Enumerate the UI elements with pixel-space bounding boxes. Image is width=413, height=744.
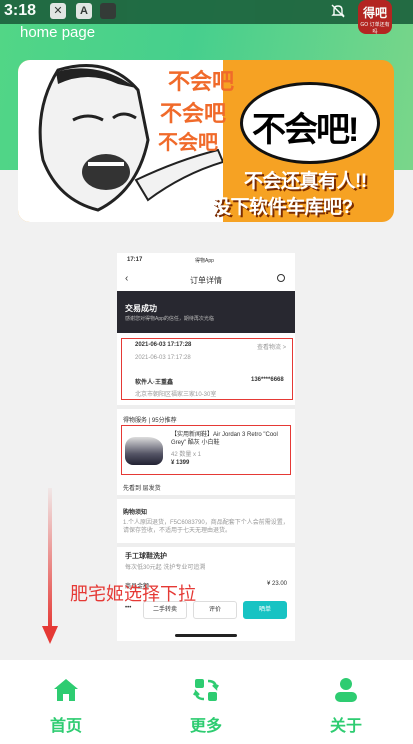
shop-row: 先看到 层发货 <box>123 486 161 492</box>
divider <box>117 405 295 409</box>
tab-about[interactable]: 关于 <box>296 660 396 744</box>
order-status-title: 交易成功 <box>125 304 157 313</box>
divider <box>117 495 295 499</box>
mute-icon <box>331 4 345 18</box>
logistics-link: 查看物流 > <box>257 345 287 351</box>
info-title: 购物须知 <box>123 510 148 516</box>
game-icon: ✕ <box>50 3 66 19</box>
speech-bubble-text: 不会吧! <box>252 111 359 149</box>
review-button: 评价 <box>193 601 237 619</box>
product-price: ¥ 1399 <box>171 460 190 466</box>
service-title: 手工球鞋洗护 <box>125 553 167 560</box>
receiver-phone: 136****6668 <box>251 377 284 383</box>
order-status-panel: 交易成功 感谢您对得物App的信任，期待再次光临 <box>117 291 295 333</box>
seller-label: 得物服务 | 95分推荐 <box>123 418 177 424</box>
app-badge-sub: GO 订单还有吗 <box>360 22 390 35</box>
tab-about-label: 关于 <box>329 718 362 735</box>
info-text: 1.个人原因退货，F5C6083790，商品配套下个人会前需设置，请保存签收，不… <box>123 520 289 534</box>
product-size: 42 数量 x 1 <box>171 452 202 458</box>
arrow-down-icon <box>42 626 58 644</box>
product-name: 【实用新闻鞋】Air Jordan 3 Retro "Cool Grey" 酷灰… <box>171 432 278 446</box>
tab-home-label: 首页 <box>49 718 82 735</box>
price-value: ¥ 23.00 <box>267 581 288 587</box>
pull-down-hint: 肥宅姬选择下拉 <box>70 584 196 604</box>
home-indicator <box>175 634 237 637</box>
app-badge-icon: 得吧 GO 订单还有吗 <box>358 0 392 35</box>
screenshot-app-name: 得物App <box>195 258 214 264</box>
tab-more[interactable]: 更多 <box>156 660 256 744</box>
a-icon: A <box>76 3 92 19</box>
receiver-name: 软件人·王重鑫 <box>135 380 173 386</box>
banner-caption-2: 没下软件车库吧? <box>212 197 353 218</box>
banner-caption-1: 不会还真有人!! <box>244 171 367 192</box>
status-bar: 3:18 ✕ A 得吧 GO 订单还有吗 <box>0 0 413 35</box>
shoe-image <box>125 437 163 465</box>
page-title: home page <box>20 24 96 41</box>
banner-image[interactable]: 不会吧 不会吧 不会吧 不会吧! 不会还真有人!! 没下软件车库吧? <box>18 60 394 222</box>
receiver-address: 北京市朝阳区福家三家10-30室 <box>135 392 217 398</box>
divider <box>117 543 295 547</box>
home-icon <box>54 679 78 701</box>
time-row-1: 2021-06-03 17:17:28 <box>135 342 192 348</box>
banner-text-2: 不会吧 <box>160 101 227 126</box>
screenshot-title: 订单详情 <box>190 276 222 285</box>
app-icon <box>100 3 116 19</box>
banner-text-1: 不会吧 <box>168 69 235 94</box>
arrow-down-shaft <box>48 488 52 630</box>
order-status-sub: 感谢您对得物App的信任，期待再次光临 <box>125 316 214 322</box>
status-time: 3:18 <box>4 2 37 19</box>
app-badge-label: 得吧 <box>362 6 387 20</box>
tab-home[interactable]: 首页 <box>16 660 116 744</box>
banner-text-3: 不会吧 <box>158 132 218 154</box>
user-icon <box>335 678 357 702</box>
screenshot-status-time: 17:17 <box>127 257 143 263</box>
bottom-tab-bar: 首页 更多 关于 <box>0 660 413 744</box>
tab-more-label: 更多 <box>189 718 222 735</box>
time-row-2: 2021-06-03 17:17:28 <box>135 355 191 361</box>
share-order-button: 晒单 <box>243 601 287 619</box>
swap-icon <box>193 679 219 701</box>
headset-icon <box>277 274 285 282</box>
service-sub: 每次低30元起 洗护专业可追溯 <box>125 565 206 571</box>
